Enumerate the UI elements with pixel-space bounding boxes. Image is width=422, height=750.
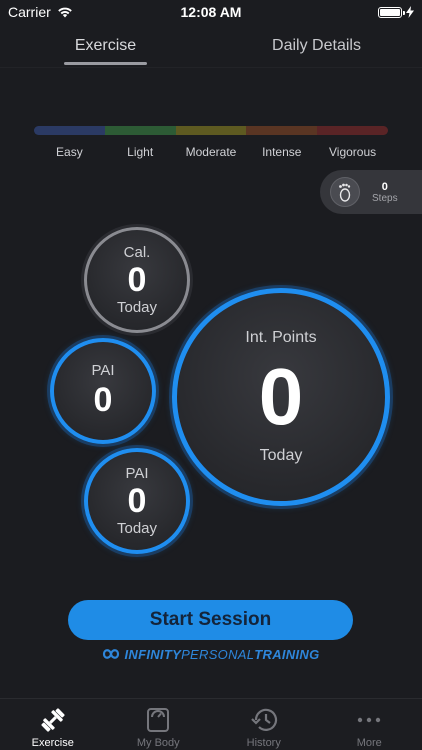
nav-label-exercise: Exercise <box>31 737 74 749</box>
more-icon <box>354 705 384 735</box>
carrier-label: Carrier <box>8 4 51 20</box>
intensity-zone-labels: Easy Light Moderate Intense Vigorous <box>34 145 388 159</box>
zone-light <box>104 126 176 135</box>
nav-label-more: More <box>356 737 382 749</box>
wifi-icon <box>57 7 72 18</box>
nav-label-my-body: My Body <box>136 737 180 749</box>
zone-moderate <box>175 126 247 135</box>
calories-circle: Cal. 0 Today <box>84 227 190 333</box>
steps-label: Steps <box>372 192 398 204</box>
calories-label: Cal. <box>123 244 151 261</box>
zone-easy <box>34 126 105 135</box>
pai-today-sub: Today <box>116 520 158 537</box>
top-tabs: Exercise Daily Details <box>0 24 422 68</box>
brand-text: INFINITYPERSONALTRAINING <box>124 647 319 662</box>
intensity-zone-bar <box>34 126 388 135</box>
tab-daily-details-label: Daily Details <box>272 36 361 54</box>
pai-label: PAI <box>91 361 115 379</box>
bottom-nav: Exercise My Body History More <box>0 698 422 750</box>
zone-label-moderate: Moderate <box>185 145 237 159</box>
nav-item-exercise[interactable]: Exercise <box>0 699 106 750</box>
int-points-circle: Int. Points 0 Today <box>172 288 390 506</box>
calories-value: 0 <box>127 261 147 299</box>
zone-label-vigorous: Vigorous <box>329 145 377 159</box>
brand-text-part2: PERSONAL <box>181 646 255 662</box>
tab-daily-details[interactable]: Daily Details <box>211 24 422 67</box>
zone-intense <box>246 126 318 135</box>
zone-vigorous <box>317 126 388 135</box>
calories-sub: Today <box>116 299 158 316</box>
tab-exercise[interactable]: Exercise <box>0 24 211 67</box>
pai-value: 0 <box>93 380 113 419</box>
zone-label-intense: Intense <box>262 145 302 159</box>
int-points-value: 0 <box>258 352 304 441</box>
int-points-label: Int. Points <box>245 329 317 346</box>
status-bar: Carrier 12:08 AM <box>0 0 422 24</box>
pai-today-label: PAI <box>125 465 149 482</box>
int-points-sub: Today <box>259 447 303 464</box>
nav-item-my-body[interactable]: My Body <box>106 699 212 750</box>
steps-chip[interactable]: 0 Steps <box>320 170 422 214</box>
steps-value: 0 <box>381 180 388 193</box>
brand-text-part1: INFINITY <box>124 646 182 662</box>
pai-today-circle: PAI 0 Today <box>84 448 190 554</box>
pai-circle: PAI 0 <box>50 338 156 444</box>
charging-icon <box>406 6 414 18</box>
start-session-button[interactable]: Start Session <box>68 600 353 640</box>
scale-icon <box>143 705 173 735</box>
battery-icon <box>378 6 405 18</box>
nav-item-more[interactable]: More <box>317 699 422 750</box>
brand-text-part3: TRAINING <box>254 646 320 662</box>
pai-today-value: 0 <box>127 482 147 520</box>
tab-exercise-label: Exercise <box>74 36 137 54</box>
footprint-icon <box>330 177 360 207</box>
brand-logo: INFINITYPERSONALTRAINING <box>0 645 422 663</box>
zone-label-light: Light <box>127 145 154 159</box>
infinity-logo-icon <box>103 649 120 659</box>
dumbbell-icon <box>38 705 68 735</box>
nav-item-history[interactable]: History <box>211 699 317 750</box>
nav-label-history: History <box>246 737 281 749</box>
zone-label-easy: Easy <box>56 145 83 159</box>
history-icon <box>249 705 279 735</box>
